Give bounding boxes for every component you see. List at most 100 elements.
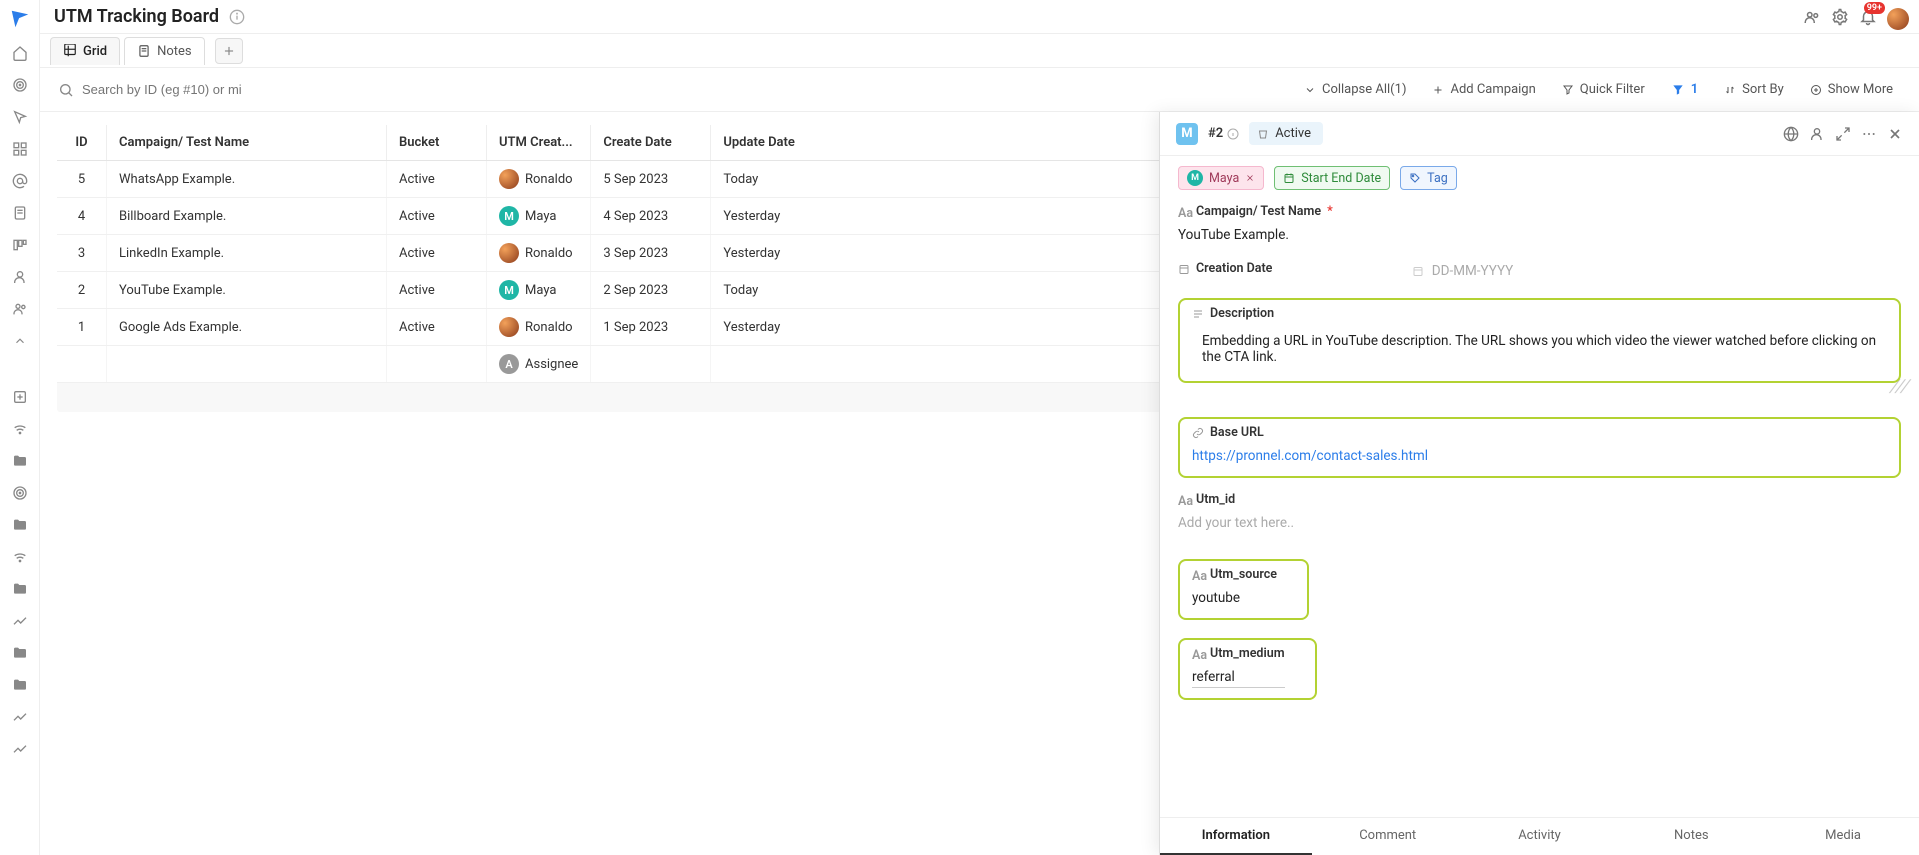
panel-body: M Maya Start End Date Tag: [1160, 156, 1919, 817]
cell-creator: Ronaldo: [487, 309, 591, 346]
tab-notes[interactable]: Notes: [124, 37, 205, 65]
show-more-button[interactable]: Show More: [1802, 78, 1901, 101]
folder5-icon[interactable]: [11, 676, 29, 694]
search-wrap: [58, 82, 252, 98]
sort-by-button[interactable]: Sort By: [1716, 78, 1792, 101]
board-icon[interactable]: [11, 236, 29, 254]
col-create-date[interactable]: Create Date: [591, 125, 711, 161]
creation-date-input[interactable]: DD-MM-YYYY: [1412, 261, 1513, 281]
bullseye-icon[interactable]: [11, 484, 29, 502]
cell-name: Billboard Example.: [107, 198, 387, 235]
cell-create-date: 5 Sep 2023: [591, 161, 711, 198]
cell-id: 4: [57, 198, 107, 235]
utm-id-input[interactable]: Add your text here..: [1178, 513, 1901, 533]
col-bucket[interactable]: Bucket: [387, 125, 487, 161]
globe-icon[interactable]: [1783, 126, 1799, 142]
close-icon[interactable]: [1887, 126, 1903, 142]
start-end-date-chip[interactable]: Start End Date: [1274, 166, 1390, 190]
calendar-icon: [1283, 172, 1295, 184]
panel-tab-media[interactable]: Media: [1767, 818, 1919, 855]
utm-medium-value[interactable]: referral: [1192, 667, 1285, 688]
grid-toolbar: Collapse All(1) Add Campaign Quick Filte…: [40, 68, 1919, 112]
panel-tab-comment[interactable]: Comment: [1312, 818, 1464, 855]
panel-tab-notes[interactable]: Notes: [1615, 818, 1767, 855]
text3-icon: Aa: [1192, 569, 1204, 581]
cell-name: WhatsApp Example.: [107, 161, 387, 198]
home-icon[interactable]: [11, 44, 29, 62]
panel-tab-activity[interactable]: Activity: [1464, 818, 1616, 855]
remove-chip-icon[interactable]: [1245, 173, 1255, 183]
users-icon[interactable]: [11, 300, 29, 318]
utm-source-box: AaUtm_source youtube: [1178, 559, 1309, 620]
cell-bucket: Active: [387, 309, 487, 346]
view-tabs: Grid Notes: [40, 34, 1919, 68]
folder1-icon[interactable]: [11, 452, 29, 470]
left-nav-rail: [0, 0, 40, 855]
cursor-icon[interactable]: [11, 108, 29, 126]
tab-grid[interactable]: Grid: [50, 37, 120, 65]
folder2-icon[interactable]: [11, 516, 29, 534]
text4-icon: Aa: [1192, 648, 1204, 660]
collapse-all-button[interactable]: Collapse All(1): [1296, 78, 1414, 101]
people-icon[interactable]: [1803, 8, 1821, 26]
plus-square-icon[interactable]: [11, 388, 29, 406]
chart3-icon[interactable]: [11, 740, 29, 758]
folder4-icon[interactable]: [11, 644, 29, 662]
panel-id: #2: [1208, 126, 1239, 141]
profile-avatar[interactable]: [1887, 8, 1905, 26]
detail-panel: M #2 Active: [1159, 112, 1919, 855]
utm-medium-box: AaUtm_medium referral: [1178, 638, 1317, 700]
assignee-placeholder: Assignee: [525, 357, 578, 372]
document-icon[interactable]: [11, 204, 29, 222]
tag-icon: [1409, 172, 1421, 184]
cell-id: 3: [57, 235, 107, 272]
description-value[interactable]: Embedding a URL in YouTube description. …: [1192, 327, 1887, 371]
tag-chip[interactable]: Tag: [1400, 166, 1457, 190]
board-title: UTM Tracking Board: [54, 6, 219, 27]
search-input[interactable]: [82, 82, 252, 97]
cell-name: Google Ads Example.: [107, 309, 387, 346]
more-icon[interactable]: [1861, 126, 1877, 142]
chart1-icon[interactable]: [11, 612, 29, 630]
col-name[interactable]: Campaign/ Test Name: [107, 125, 387, 161]
status-chip[interactable]: Active: [1249, 122, 1323, 145]
gear-icon[interactable]: [1831, 8, 1849, 26]
user-icon[interactable]: [11, 268, 29, 286]
bell-icon[interactable]: 99+: [1859, 8, 1877, 26]
expand-icon[interactable]: [1835, 126, 1851, 142]
desc-icon: [1192, 308, 1204, 320]
filter-button[interactable]: 1: [1663, 78, 1706, 101]
folder3-icon[interactable]: [11, 580, 29, 598]
add-campaign-button[interactable]: Add Campaign: [1424, 78, 1543, 101]
utm-source-value[interactable]: youtube: [1192, 588, 1277, 608]
wifi2-icon[interactable]: [11, 548, 29, 566]
cell-create-date: 3 Sep 2023: [591, 235, 711, 272]
assign-icon[interactable]: [1809, 126, 1825, 142]
info-icon[interactable]: [229, 9, 245, 25]
col-creator[interactable]: UTM Creat...: [487, 125, 591, 161]
collapse-rail-icon[interactable]: [11, 332, 29, 350]
bucket-icon: [1257, 128, 1269, 140]
panel-bottom-tabs: Information Comment Activity Notes Media: [1160, 817, 1919, 855]
campaign-name-value[interactable]: YouTube Example.: [1178, 225, 1901, 245]
cell-name: YouTube Example.: [107, 272, 387, 309]
at-icon[interactable]: [11, 172, 29, 190]
wifi-icon[interactable]: [11, 420, 29, 438]
apps-icon[interactable]: [11, 140, 29, 158]
panel-tab-information[interactable]: Information: [1160, 818, 1312, 855]
panel-avatar: M: [1176, 123, 1198, 145]
target-icon[interactable]: [11, 76, 29, 94]
base-url-value[interactable]: https://pronnel.com/contact-sales.html: [1192, 446, 1887, 466]
base-url-box: Base URL https://pronnel.com/contact-sal…: [1178, 417, 1901, 478]
cell-create-date: 4 Sep 2023: [591, 198, 711, 235]
chart2-icon[interactable]: [11, 708, 29, 726]
cell-create-date: 2 Sep 2023: [591, 272, 711, 309]
quick-filter-button[interactable]: Quick Filter: [1554, 78, 1653, 101]
add-tab-button[interactable]: [215, 38, 243, 64]
search-icon: [58, 82, 74, 98]
assignee-chip-maya[interactable]: M Maya: [1178, 166, 1264, 190]
col-id[interactable]: ID: [57, 125, 107, 161]
text-icon: Aa: [1178, 206, 1190, 218]
info-small-icon[interactable]: [1227, 128, 1239, 140]
app-logo-icon[interactable]: [9, 8, 31, 30]
